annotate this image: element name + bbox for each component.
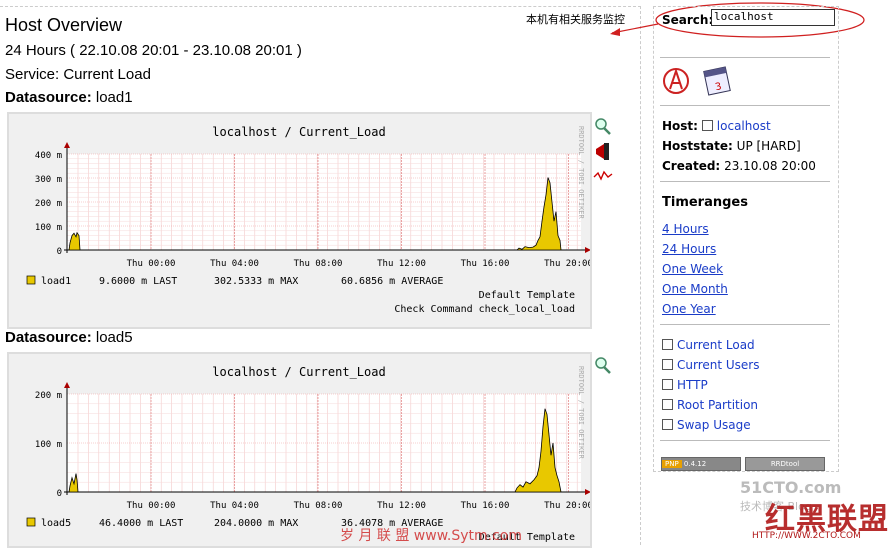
datasource-label-2: Datasource: load5 — [5, 329, 133, 346]
external-link-icon — [662, 379, 673, 390]
x-tick-label: Thu 08:00 — [294, 501, 343, 511]
external-link-icon — [701, 120, 713, 131]
service-current-users[interactable]: Current Users — [662, 358, 760, 372]
page-title: Host Overview — [5, 15, 123, 35]
x-tick-label: Thu 12:00 — [377, 501, 426, 511]
legend-max: 302.5333 m MAX — [214, 276, 298, 287]
pdf-icon[interactable] — [663, 67, 689, 94]
timerange-4-hours[interactable]: 4 Hours — [662, 222, 709, 236]
divider — [660, 324, 830, 325]
legend-last: 9.6000 m LAST — [99, 276, 177, 287]
service-current-load[interactable]: Current Load — [662, 338, 755, 352]
search-input[interactable]: localhost — [711, 9, 835, 26]
external-link-icon — [662, 399, 673, 410]
created-row: Created: 23.10.08 20:00 — [662, 159, 816, 173]
watermark-center: 岁 月 联 盟 www.Sytm.com — [340, 528, 522, 544]
datasource-label-1: Datasource: load1 — [5, 89, 133, 106]
graph-title: localhost / Current_Load — [212, 125, 385, 139]
y-tick-label: 100 m — [35, 440, 62, 450]
y-tick-label: 200 m — [35, 199, 62, 209]
y-tick-label: 200 m — [35, 391, 62, 401]
legend-last: 46.4000 m LAST — [99, 518, 183, 529]
y-tick-label: 0 — [57, 489, 62, 499]
watermark-url: HTTP://WWW.2CTO.COM — [752, 531, 861, 541]
service-root-partition[interactable]: Root Partition — [662, 398, 758, 412]
service-swap-usage[interactable]: Swap Usage — [662, 418, 751, 432]
rrdtool-badge[interactable]: RRDtool — [745, 457, 825, 471]
host-link[interactable]: localhost — [717, 119, 771, 133]
graph-tools-2 — [592, 356, 614, 382]
legend-swatch — [26, 275, 36, 285]
timerange-24-hours[interactable]: 24 Hours — [662, 242, 716, 256]
y-axis-arrow — [64, 382, 70, 388]
template-label: Default Template — [479, 290, 575, 301]
graph-load1: 400 m 300 m 200 m 100 m 0 Thu 00:00 Thu 04:00 T… — [7, 112, 592, 329]
x-tick-label: Thu 16:00 — [461, 501, 510, 511]
sidebar: Search: localhost 3 Host: localhost Host… — [653, 6, 839, 472]
divider — [660, 105, 830, 106]
check-command-label: Check Command check_local_load — [394, 304, 575, 315]
x-tick-label: Thu 16:00 — [461, 259, 510, 269]
legend-name: load1 — [41, 276, 71, 287]
x-tick-label: Thu 00:00 — [127, 259, 176, 269]
y-tick-label: 400 m — [35, 151, 62, 161]
divider — [660, 57, 830, 58]
rrdtool-side-text: RRDTOOL / TOBI OETIKER — [577, 366, 585, 460]
timeranges-title: Timeranges — [662, 195, 748, 210]
zoom-icon[interactable] — [595, 357, 611, 374]
timerange-one-week[interactable]: One Week — [662, 262, 723, 276]
graph-tools-1 — [592, 117, 614, 191]
legend-average: 60.6856 m AVERAGE — [341, 276, 443, 287]
graph-line-icon[interactable] — [593, 170, 613, 181]
external-link-icon — [662, 359, 673, 370]
external-link-icon — [662, 339, 673, 350]
pnp-badge[interactable]: PNP 0.4.12 — [661, 457, 741, 471]
host-row: Host: localhost — [662, 119, 771, 133]
x-axis-arrow — [585, 489, 590, 495]
y-tick-label: 100 m — [35, 223, 62, 233]
hoststate-row: Hoststate: UP [HARD] — [662, 139, 801, 153]
graph-title: localhost / Current_Load — [212, 365, 385, 379]
x-tick-label: Thu 20:00 — [544, 501, 590, 511]
timerange-one-year[interactable]: One Year — [662, 302, 716, 316]
megaphone-icon[interactable] — [596, 143, 609, 160]
search-label: Search: — [662, 13, 714, 27]
graph-load5: 200 m 100 m 0 Thu 00:00 Thu 04:00 Thu 08:00 Th… — [7, 352, 592, 548]
x-tick-label: Thu 04:00 — [210, 501, 259, 511]
service-http[interactable]: HTTP — [662, 378, 708, 392]
zoom-icon[interactable] — [595, 118, 611, 135]
legend-name: load5 — [41, 518, 71, 529]
divider — [660, 440, 830, 441]
x-tick-label: Thu 00:00 — [127, 501, 176, 511]
x-tick-label: Thu 20:00 — [544, 259, 590, 269]
calendar-icon[interactable]: 3 — [703, 66, 731, 96]
y-axis-arrow — [64, 142, 70, 148]
legend-max: 204.0000 m MAX — [214, 518, 298, 529]
divider — [660, 181, 830, 182]
external-link-icon — [662, 419, 673, 430]
legend-swatch — [26, 517, 36, 527]
x-tick-label: Thu 12:00 — [377, 259, 426, 269]
y-tick-label: 0 — [57, 247, 62, 257]
y-tick-label: 300 m — [35, 175, 62, 185]
time-period: 24 Hours ( 22.10.08 20:01 - 23.10.08 20:… — [5, 42, 302, 59]
service-name: Service: Current Load — [5, 66, 151, 83]
x-tick-label: Thu 04:00 — [210, 259, 259, 269]
x-axis-arrow — [585, 247, 590, 253]
rrdtool-side-text: RRDTOOL / TOBI OETIKER — [577, 126, 585, 220]
timerange-one-month[interactable]: One Month — [662, 282, 728, 296]
x-tick-label: Thu 08:00 — [294, 259, 343, 269]
